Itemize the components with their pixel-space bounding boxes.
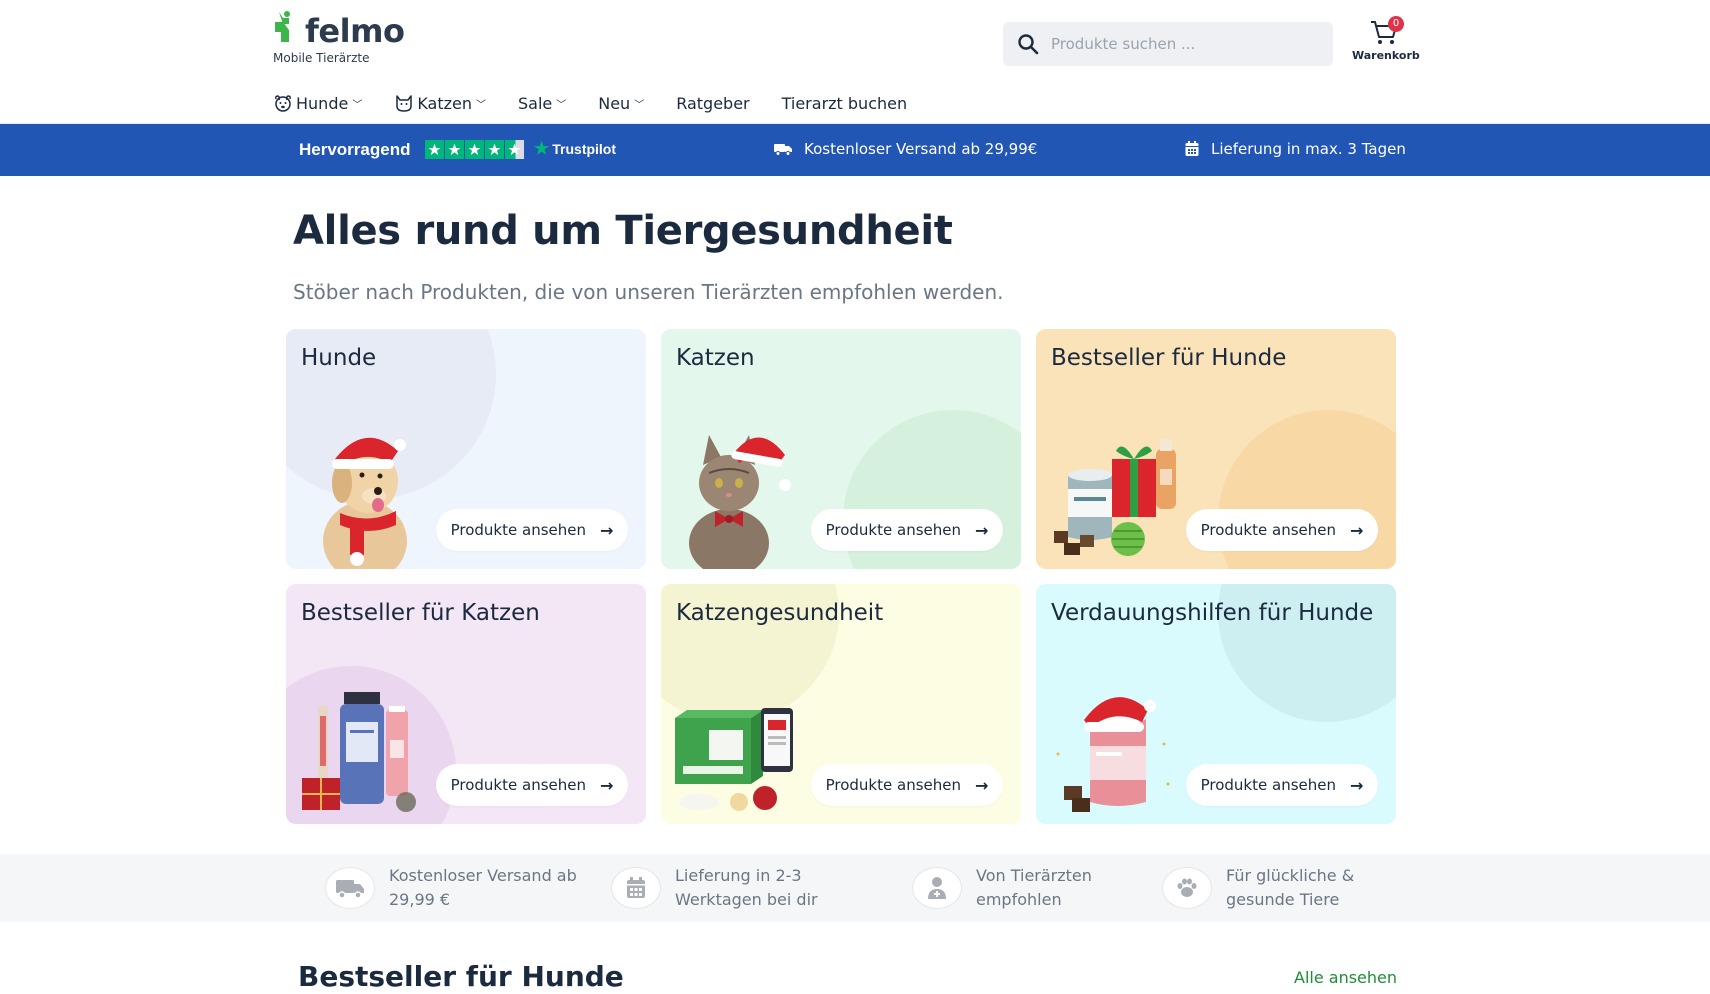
cat-products-image [302, 692, 416, 812]
chevron-down-icon: ﹀ [475, 99, 486, 111]
chevron-down-icon: ﹀ [634, 99, 645, 111]
button-label: Produkte ansehen [450, 776, 586, 794]
trustpilot-star-icon: ★ [534, 139, 550, 158]
card-title: Bestseller für Hunde [1051, 345, 1287, 371]
nav-item-neu[interactable]: Neu ﹀ [598, 94, 644, 113]
usp-item-happy-pets: Für glückliche & gesunde Tiere [1162, 864, 1376, 912]
nav-item-tierarzt-buchen[interactable]: Tierarzt buchen [782, 94, 908, 113]
button-label: Produkte ansehen [450, 521, 586, 539]
arrow-right-icon: → [974, 775, 989, 795]
cart-label: Warenkorb [1352, 49, 1420, 62]
star-icon [445, 140, 464, 159]
usp-text: Für glückliche & gesunde Tiere [1226, 866, 1355, 909]
section-title-bestseller: Bestseller für Hunde [298, 960, 624, 993]
cart-count-badge: 0 [1388, 16, 1404, 32]
search-input[interactable] [1051, 22, 1321, 66]
card-title: Katzen [676, 345, 755, 371]
dog-image [323, 437, 407, 569]
arrow-right-icon: → [974, 520, 989, 540]
dog-face-icon [275, 95, 291, 112]
paw-icon [1162, 867, 1212, 909]
card-title: Bestseller für Katzen [301, 600, 540, 626]
page-title: Alles rund um Tiergesundheit [293, 208, 953, 254]
button-label: Produkte ansehen [825, 521, 961, 539]
view-products-button[interactable]: Produkte ansehen → [1186, 509, 1378, 551]
logo-text: felmo [305, 12, 405, 50]
view-products-button[interactable]: Produkte ansehen → [811, 509, 1003, 551]
main-nav: Hunde ﹀ Katzen ﹀ Sale ﹀ Neu ﹀ Ratgeber T… [273, 92, 939, 114]
star-icon [485, 140, 504, 159]
nav-label-neu: Neu [598, 93, 631, 113]
worm-test-image [675, 708, 793, 811]
nav-item-hunde[interactable]: Hunde ﹀ [273, 93, 362, 113]
search-icon[interactable] [1017, 33, 1039, 55]
promo-shipping: Kostenloser Versand ab 29,99€ [774, 140, 1037, 158]
card-title: Hunde [301, 345, 377, 371]
arrow-right-icon: → [1349, 775, 1364, 795]
arrow-right-icon: → [1349, 520, 1364, 540]
page-subtitle: Stöber nach Produkten, die von unseren T… [293, 280, 1004, 304]
half-star-icon [505, 140, 524, 159]
card-title: Katzengesundheit [676, 600, 884, 626]
button-label: Produkte ansehen [825, 776, 961, 794]
site-header: felmo Mobile Tierärzte 0 Warenkorb Hu [0, 0, 1710, 124]
button-label: Produkte ansehen [1200, 521, 1336, 539]
category-card-katzen[interactable]: Katzen Produkte ansehen → [661, 329, 1021, 569]
trustpilot-label: Trustpilot [552, 141, 617, 157]
usp-bar: Kostenloser Versand ab 29,99 € Lieferung… [0, 854, 1710, 922]
card-title: Verdauungshilfen für Hunde [1051, 600, 1374, 626]
nav-label-sale: Sale [517, 93, 553, 113]
view-products-button[interactable]: Produkte ansehen → [436, 509, 628, 551]
nav-label-ratgeber: Ratgeber [676, 93, 750, 113]
chevron-down-icon: ﹀ [352, 99, 363, 111]
view-products-button[interactable]: Produkte ansehen → [811, 764, 1003, 806]
category-card-katzengesundheit[interactable]: Katzengesundheit Produkte ansehen → [661, 584, 1021, 824]
nav-item-ratgeber[interactable]: Ratgeber [676, 94, 749, 113]
usp-text: Von Tierärzten empfohlen [976, 866, 1092, 909]
star-icon [465, 140, 484, 159]
chevron-down-icon: ﹀ [556, 99, 567, 111]
calendar-icon [611, 867, 661, 909]
arrow-right-icon: → [599, 520, 614, 540]
logo-subtitle: Mobile Tierärzte [273, 51, 370, 65]
promo-bar: Hervorragend ★ Trustpilot Kostenloser Ve… [0, 124, 1710, 176]
trustpilot-stars[interactable] [425, 140, 525, 159]
nav-item-sale[interactable]: Sale ﹀ [518, 94, 566, 113]
promo-delivery: Lieferung in max. 3 Tagen [1185, 140, 1406, 158]
nav-label-tierarzt-buchen: Tierarzt buchen [781, 93, 908, 113]
dog-products-image [1054, 439, 1176, 556]
promo-delivery-text: Lieferung in max. 3 Tagen [1211, 140, 1406, 158]
usp-item-shipping: Kostenloser Versand ab 29,99 € [325, 864, 579, 912]
cart-button[interactable]: 0 Warenkorb [1352, 14, 1420, 64]
button-label: Produkte ansehen [1200, 776, 1336, 794]
nav-label-katzen: Katzen [417, 93, 472, 113]
arrow-right-icon: → [599, 775, 614, 795]
category-card-bestseller-hunde[interactable]: Bestseller für Hunde Produkte ansehen → [1036, 329, 1396, 569]
calendar-icon [1185, 141, 1199, 156]
truck-icon [325, 867, 375, 909]
category-card-verdauungshilfen[interactable]: Verdauungshilfen für Hunde Produkte anse… [1036, 584, 1396, 824]
trustpilot-logo[interactable]: ★ Trustpilot [534, 139, 616, 159]
trustpilot-rating-label[interactable]: Hervorragend [299, 140, 410, 160]
view-all-link[interactable]: Alle ansehen [1294, 968, 1397, 987]
nav-item-katzen[interactable]: Katzen ﹀ [394, 93, 486, 113]
truck-icon [774, 144, 792, 156]
usp-item-vets: Von Tierärzten empfohlen [912, 864, 1106, 912]
star-icon [425, 140, 444, 159]
view-products-button[interactable]: Produkte ansehen → [436, 764, 628, 806]
doctor-icon [912, 867, 962, 909]
search-box [1003, 22, 1333, 66]
category-card-hunde[interactable]: Hunde Produkte ansehen → [286, 329, 646, 569]
nav-label-hunde: Hunde [296, 93, 349, 113]
category-card-bestseller-katzen[interactable]: Bestseller für Katzen Produkte ansehen → [286, 584, 646, 824]
logo-mark-icon [275, 11, 290, 42]
view-products-button[interactable]: Produkte ansehen → [1186, 764, 1378, 806]
cat-face-icon [396, 95, 413, 112]
promo-shipping-text: Kostenloser Versand ab 29,99€ [804, 140, 1038, 158]
usp-item-delivery: Lieferung in 2-3 Werktagen bei dir [611, 864, 825, 912]
usp-text: Lieferung in 2-3 Werktagen bei dir [675, 866, 818, 909]
digestion-product-image [1056, 697, 1170, 812]
usp-text: Kostenloser Versand ab 29,99 € [389, 866, 577, 909]
cat-image [689, 435, 791, 569]
